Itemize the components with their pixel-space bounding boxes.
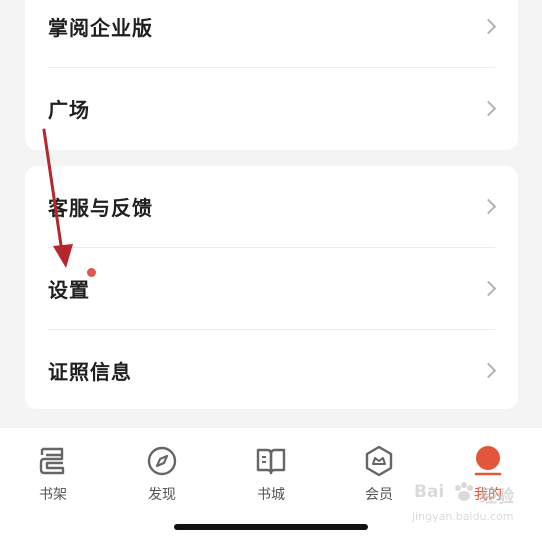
bookshelf-icon	[39, 447, 65, 475]
paw-icon	[455, 482, 473, 501]
tab-bookstore[interactable]: 书城	[231, 444, 311, 508]
tab-member[interactable]: 会员	[339, 444, 419, 508]
home-indicator[interactable]	[174, 524, 368, 530]
book-icon	[256, 448, 286, 475]
baidu-jingyan-watermark: Bai 经验 jingyan.baidu.com	[412, 480, 538, 532]
tab-label: 书城	[257, 487, 285, 503]
watermark-url: jingyan.baidu.com	[412, 510, 514, 523]
tab-discover[interactable]: 发现	[122, 444, 202, 508]
profile-icon	[474, 446, 502, 476]
watermark-brand: Bai	[414, 482, 445, 502]
tab-bookshelf[interactable]: 书架	[13, 444, 93, 508]
tab-label: 发现	[148, 487, 176, 503]
tab-label: 会员	[365, 487, 393, 503]
member-icon	[365, 445, 393, 477]
watermark-site: 经验	[480, 487, 514, 507]
tab-label: 书架	[39, 487, 67, 503]
compass-icon	[147, 446, 177, 476]
